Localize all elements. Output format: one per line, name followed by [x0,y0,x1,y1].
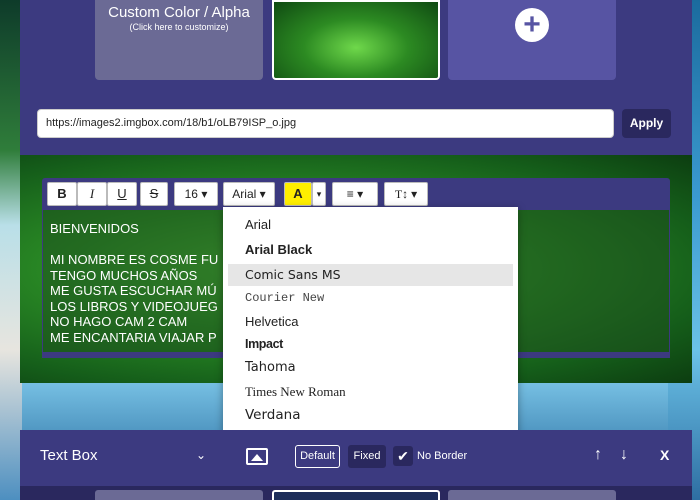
bold-button[interactable]: B [47,182,77,206]
apply-button[interactable]: Apply [622,109,671,138]
font-option-times-new-roman[interactable]: Times New Roman [245,384,346,400]
custom-color-tile[interactable]: Custom Color / Alpha (Click here to cust… [95,0,263,80]
no-border-label: No Border [417,450,468,462]
close-button[interactable]: X [660,447,669,463]
underline-button[interactable]: U [107,182,137,206]
text-color-caret[interactable]: ▾ [312,182,326,206]
custom-color-hint: (Click here to customize) [129,22,229,32]
add-background-tile[interactable]: + [448,0,616,80]
align-icon: ≡ [346,187,354,201]
font-option-arial-black[interactable]: Arial Black [245,242,312,257]
font-option-verdana[interactable]: Verdana [245,407,300,423]
background-left [0,0,22,500]
default-button[interactable]: Default [295,445,340,468]
font-family-dropdown: Arial Arial Black Comic Sans MS Courier … [223,207,518,434]
custom-color-title: Custom Color / Alpha [108,4,250,21]
fixed-button[interactable]: Fixed [348,445,386,468]
editor-line: MI NOMBRE ES COSME FU [50,252,219,267]
no-border-checkbox[interactable]: ✔ [393,446,413,466]
editor-line: LOS LIBROS Y VIDEOJUEG [50,298,218,314]
editor-line: BIENVENIDOS [50,221,139,236]
font-family-value: Arial [232,187,257,201]
text-size-select[interactable]: T↕ ▾ [384,182,428,206]
image-icon[interactable] [246,448,268,465]
editor-line: ME GUSTA ESCUCHAR MÚ [50,283,217,298]
font-option-courier-new[interactable]: Courier New [245,291,324,305]
text-cursor-icon: ↕ [402,187,409,201]
font-option-impact[interactable]: Impact [245,337,283,351]
italic-button[interactable]: I [77,182,107,206]
chevron-down-icon: ▾ [316,189,322,199]
editor-line: TENGO MUCHOS AÑOS [50,267,198,283]
font-size-value: 16 [184,187,198,201]
font-option-arial[interactable]: Arial [245,217,271,232]
font-family-select[interactable]: Arial ▾ [223,182,275,206]
chevron-down-icon: ▾ [259,187,266,201]
image-background-tile[interactable] [272,0,440,80]
strikethrough-button[interactable]: S [140,182,168,206]
thumbnail-tile[interactable] [448,490,616,500]
chevron-down-icon: ▾ [201,187,208,201]
editor-content[interactable]: BIENVENIDOS MI NOMBRE ES COSME FU TENGO … [50,221,218,345]
text-color-button[interactable]: A [284,182,312,206]
element-type-label[interactable]: Text Box [40,447,98,464]
font-option-comic-sans[interactable]: Comic Sans MS [245,267,341,282]
font-option-tahoma[interactable]: Tahoma [245,360,296,375]
move-up-arrow-icon[interactable]: ↑ [594,446,602,464]
chevron-down-icon: ▾ [357,187,364,201]
editor-line: NO HAGO CAM 2 CAM [50,314,188,329]
thumbnail-tile[interactable] [95,490,263,500]
chevron-down-icon: ▾ [411,187,418,201]
align-select[interactable]: ≡ ▾ [332,182,378,206]
chevron-down-icon[interactable]: ⌄ [196,448,206,462]
text-toolbar: B I U S 16 ▾ Arial ▾ A ▾ ≡ ▾ T↕ ▾ [42,178,670,210]
plus-icon: + [515,8,549,42]
editor-line: ME ENCANTARIA VIAJAR P [50,329,217,345]
font-size-select[interactable]: 16 ▾ [174,182,218,206]
thumbnail-tile[interactable] [272,490,440,500]
move-down-arrow-icon[interactable]: ↓ [620,446,628,464]
check-icon: ✔ [397,448,409,464]
image-url-input[interactable]: https://images2.imgbox.com/18/b1/oLB79IS… [37,109,614,138]
font-option-helvetica[interactable]: Helvetica [245,314,298,329]
